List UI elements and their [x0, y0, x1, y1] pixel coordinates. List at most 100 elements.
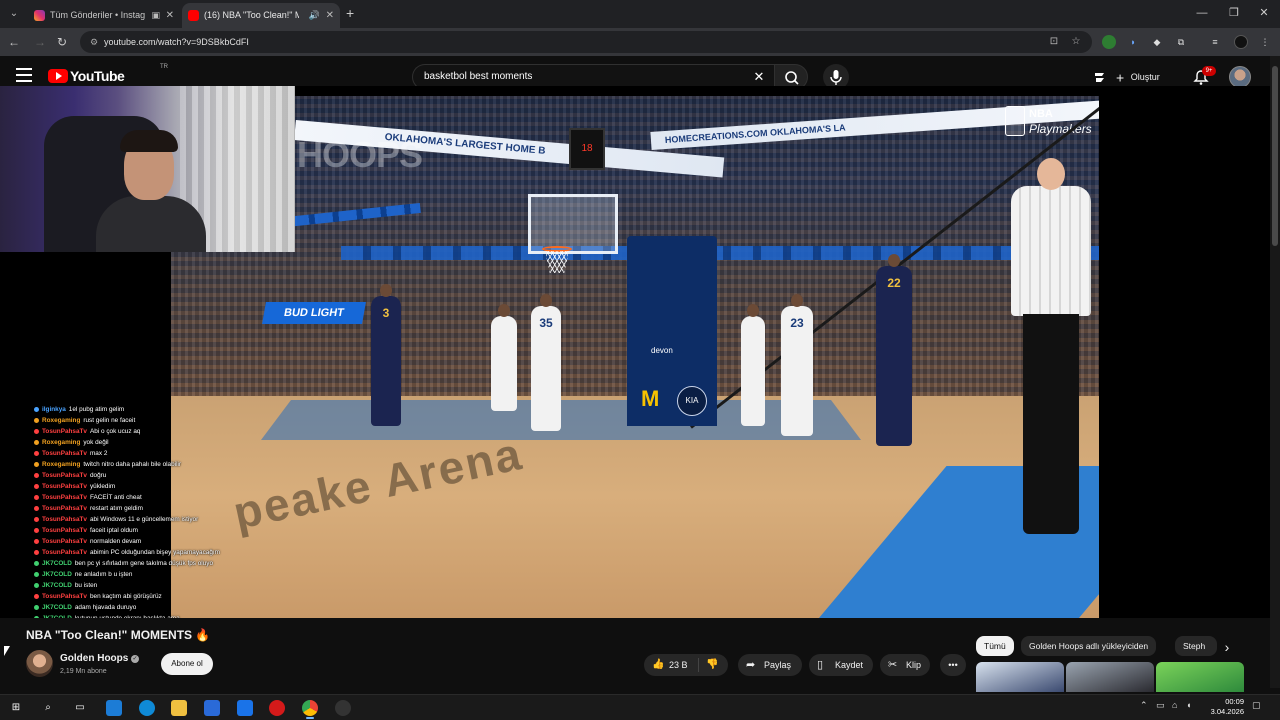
plus-icon: + — [1116, 69, 1125, 86]
more-actions-button[interactable]: ••• — [940, 654, 966, 676]
like-dislike-group: 👍 23 B 👎 — [644, 654, 728, 676]
chip-all[interactable]: Tümü — [976, 636, 1014, 656]
chat-message: TosunPahsaTv restart atım geldim — [34, 503, 304, 514]
chat-username: JK7COLD — [42, 582, 72, 589]
bookmark-star-icon[interactable]: ☆ — [1070, 36, 1082, 48]
chat-badge-icon — [34, 571, 39, 577]
nba-logo-title: NBA — [1029, 108, 1053, 120]
obs-icon[interactable] — [335, 700, 351, 716]
profile-icon[interactable] — [1234, 35, 1248, 49]
site-info-icon[interactable]: ⚙ — [88, 36, 100, 48]
scissors-icon: ✂ — [888, 659, 898, 671]
save-button[interactable]: ▯ Kaydet — [809, 654, 873, 676]
menu-icon[interactable] — [16, 68, 32, 82]
chat-badge-icon — [34, 494, 39, 500]
chat-badge-icon — [34, 461, 39, 467]
chat-message: ilginkya 1el pubg atim gelim — [34, 404, 304, 415]
reload-icon[interactable]: ↻ — [54, 34, 70, 50]
scrollbar-thumb[interactable] — [1272, 66, 1278, 246]
browser-menu-icon[interactable]: ⋮ — [1258, 35, 1272, 49]
edge-icon[interactable] — [139, 700, 155, 716]
install-app-icon[interactable]: ⊡ — [1048, 36, 1060, 48]
tray-display-icon[interactable]: ▭ — [1156, 700, 1165, 711]
mail-icon[interactable] — [237, 700, 253, 716]
notifications-icon[interactable]: ▢ — [1252, 700, 1261, 711]
file-explorer-icon[interactable] — [171, 700, 187, 716]
clip-button[interactable]: ✂ Klip — [880, 654, 930, 676]
chat-message: TosunPahsaTv Abi o çok ucuz aq — [34, 426, 304, 437]
chat-username: Roxegaming — [42, 417, 81, 424]
task-view-icon[interactable]: ▭ — [72, 700, 88, 716]
share-button[interactable]: ➦ Paylaş — [738, 654, 802, 676]
chat-text: adam hjavada duruyo — [74, 604, 137, 611]
chat-username: TosunPahsaTv — [42, 450, 87, 457]
verified-icon: ✓ — [131, 655, 139, 663]
avatar[interactable] — [1229, 66, 1251, 88]
tab-youtube[interactable]: (16) NBA "Too Clean!" MOMENTS 🔊 ✕ — [182, 3, 340, 28]
search-icon[interactable]: ⌕ — [40, 700, 56, 716]
store-icon[interactable] — [204, 700, 220, 716]
chat-badge-icon — [34, 604, 39, 610]
mouse-cursor — [4, 646, 10, 656]
browser-tab-bar: ⌄ Tüm Gönderiler • Instagram ▣ ✕ (16) NB… — [0, 0, 1280, 28]
chat-badge-icon — [34, 406, 39, 412]
volume-icon[interactable]: ◖ — [1186, 700, 1191, 710]
opera-icon[interactable] — [269, 700, 285, 716]
chat-badge-icon — [34, 593, 39, 599]
stream-chat-overlay: ilginkya 1el pubg atim gelim Roxegaming rus… — [34, 404, 304, 618]
close-tab-icon[interactable]: ✕ — [326, 3, 334, 28]
reading-list-icon[interactable]: ≡ — [1208, 35, 1222, 49]
network-icon[interactable]: ⌂ — [1172, 700, 1177, 710]
chrome-icon[interactable] — [302, 700, 318, 716]
create-button[interactable]: + Oluştur — [1116, 66, 1180, 88]
subscribe-button[interactable]: Abone ol — [161, 653, 213, 675]
minimize-button[interactable]: — — [1186, 0, 1218, 28]
address-bar[interactable]: ⚙ youtube.com/watch?v=9DSBkbCdFI ⊡ ☆ — [80, 31, 1092, 53]
sponsor-sign: BUD LIGHT — [262, 302, 366, 324]
streamer-hair — [120, 130, 178, 152]
instagram-icon — [34, 10, 45, 21]
extension-diamond-icon[interactable]: ◆ — [1150, 35, 1164, 49]
page-scrollbar[interactable] — [1270, 56, 1280, 688]
extension-audio-icon[interactable]: ◗ — [1126, 35, 1140, 49]
cast-icon[interactable] — [1092, 69, 1108, 85]
like-icon[interactable]: 👍 — [652, 654, 664, 676]
chat-username: TosunPahsaTv — [42, 505, 87, 512]
back-icon[interactable]: ← — [6, 34, 22, 50]
chevron-right-icon[interactable]: › — [1218, 638, 1236, 656]
tab-instagram[interactable]: Tüm Gönderiler • Instagram ▣ ✕ — [28, 3, 180, 28]
forward-icon[interactable]: → — [32, 34, 48, 50]
url-text[interactable]: youtube.com/watch?v=9DSBkbCdFI — [104, 31, 249, 53]
extensions-puzzle-icon[interactable]: ⧉ — [1174, 35, 1188, 49]
recommended-thumbnail[interactable] — [976, 662, 1064, 692]
audio-playing-icon[interactable]: 🔊 — [309, 3, 320, 28]
video-frame[interactable]: OKLAHOMA'S LARGEST HOME B HOMECREATIONS.… — [171, 96, 1099, 618]
close-window-button[interactable]: ✕ — [1248, 0, 1280, 28]
channel-avatar[interactable] — [26, 650, 53, 677]
chevron-up-icon[interactable]: ⌃ — [1140, 700, 1148, 711]
clear-search-icon[interactable]: ✕ — [750, 68, 768, 86]
close-tab-icon[interactable]: ✕ — [166, 3, 174, 28]
dislike-icon[interactable]: 👎 — [706, 654, 718, 676]
chat-text: ben kaçtım abi görüşürüz — [89, 593, 162, 600]
extension-shield-icon[interactable] — [1102, 35, 1116, 49]
recommended-thumbnail[interactable] — [1156, 662, 1244, 692]
jersey-number: 23 — [790, 316, 804, 330]
chip-steph[interactable]: Steph — [1175, 636, 1217, 656]
player-figure: 3 — [371, 284, 401, 426]
system-clock[interactable]: 00:09 3.04.2026 — [1200, 697, 1244, 717]
like-count[interactable]: 23 B — [669, 654, 688, 676]
chat-message: JK7COLD ben pc yi sıfırladım gene takılma… — [34, 558, 304, 569]
maximize-button[interactable]: ❐ — [1218, 0, 1250, 28]
copilot-icon[interactable] — [106, 700, 122, 716]
windows-start-icon[interactable]: ⊞ — [8, 700, 24, 716]
chat-username: JK7COLD — [42, 571, 72, 578]
jersey-number: 3 — [382, 306, 390, 320]
channel-watermark: HOOPS — [297, 134, 423, 175]
new-tab-button[interactable]: + — [346, 4, 360, 22]
recommended-thumbnail[interactable] — [1066, 662, 1154, 692]
chip-from-uploader[interactable]: Golden Hoops adlı yükleyiciden — [1021, 636, 1157, 656]
tab-search-icon[interactable]: ⌄ — [6, 6, 22, 22]
kia-logo: KIA — [677, 386, 707, 416]
channel-name[interactable]: Golden Hoops — [60, 653, 128, 664]
